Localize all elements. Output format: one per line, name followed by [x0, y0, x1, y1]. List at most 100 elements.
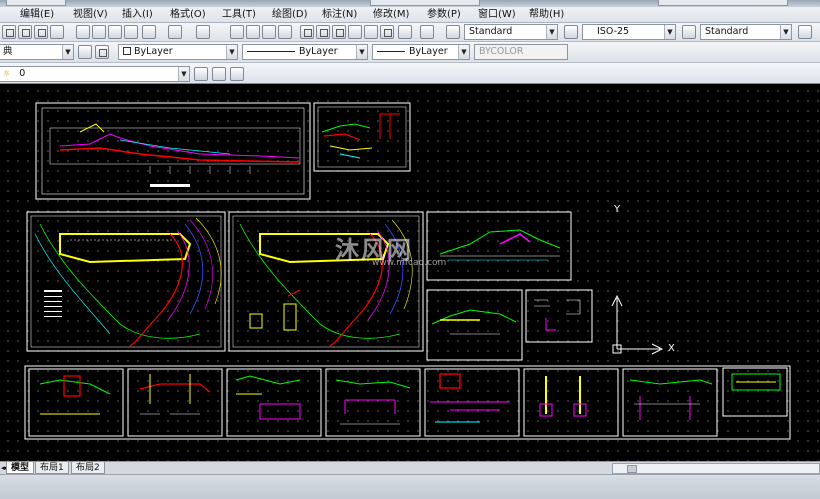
chevron-down-icon: ▼: [664, 25, 675, 39]
title-bar-fragment: [370, 0, 480, 6]
markup-icon[interactable]: [364, 25, 378, 39]
tab-layout1[interactable]: 布局1: [35, 462, 69, 474]
search-box-fragment[interactable]: [658, 0, 788, 6]
table-style-icon[interactable]: [682, 25, 696, 39]
paste-icon[interactable]: [108, 25, 122, 39]
lineweight-select[interactable]: ByLayer ▼: [372, 44, 470, 60]
cut-icon[interactable]: [76, 25, 90, 39]
watermark-url: www.mfcad.com: [372, 258, 447, 268]
layers-toolbar: ☼ 0 ▼: [0, 63, 820, 84]
chevron-down-icon: ▼: [546, 25, 557, 39]
help-icon[interactable]: [420, 25, 434, 39]
workspace-value: 典: [3, 46, 13, 57]
color-swatch-icon: [123, 47, 131, 55]
ucs-icon: [611, 294, 664, 355]
table-style-value: Standard: [705, 26, 749, 37]
zoom-previous-icon[interactable]: [278, 25, 292, 39]
title-bar-strip: [0, 0, 820, 7]
menu-draw[interactable]: 绘图(D): [272, 8, 308, 22]
new-icon[interactable]: [2, 25, 16, 39]
multileader-style-icon[interactable]: [798, 25, 812, 39]
drawing-sheet-plan-a: [26, 211, 226, 352]
text-style-value: Standard: [469, 26, 513, 37]
plot-icon[interactable]: [50, 25, 64, 39]
menu-edit[interactable]: 编辑(E): [20, 8, 54, 22]
plotstyle-select: BYCOLOR: [474, 44, 568, 60]
linetype-select[interactable]: ByLayer ▼: [242, 44, 368, 60]
menu-window[interactable]: 窗口(W): [478, 8, 516, 22]
block-editor-icon[interactable]: [142, 25, 156, 39]
drawing-sheet-detail-a: [426, 289, 523, 361]
drawing-sheet-row-bottom: [24, 365, 791, 440]
chevron-down-icon: ▼: [178, 67, 189, 81]
undo-icon[interactable]: [168, 25, 182, 39]
text-style-select[interactable]: Standard ▼: [464, 24, 558, 40]
properties-toolbar: 典 ▼ ByLayer ▼ ByLayer ▼ ByLayer ▼ BYCOLO…: [0, 42, 820, 63]
chevron-down-icon: ▼: [226, 45, 237, 59]
tab-model[interactable]: 模型: [6, 462, 35, 474]
design-center-icon[interactable]: [316, 25, 330, 39]
drawing-sheet-section: [313, 102, 411, 172]
workspace-select[interactable]: 典 ▼: [0, 44, 74, 60]
tab-layout2[interactable]: 布局2: [71, 462, 105, 474]
menu-dimension[interactable]: 标注(N): [322, 8, 357, 22]
drawing-sheet-profile: [35, 102, 311, 200]
zoom-window-icon[interactable]: [262, 25, 276, 39]
menu-insert[interactable]: 插入(I): [122, 8, 153, 22]
dim-style-icon[interactable]: [564, 25, 578, 39]
workspace-settings-icon[interactable]: [78, 45, 92, 59]
chevron-down-icon: ▼: [780, 25, 791, 39]
menu-modify[interactable]: 修改(M): [373, 8, 409, 22]
lineweight-sample: [377, 51, 405, 52]
color-value: ByLayer: [134, 46, 173, 57]
menu-view[interactable]: 视图(V): [73, 8, 108, 22]
quickcalc-icon[interactable]: [380, 25, 394, 39]
cad-drawing: [24, 102, 791, 440]
ucs-x-label: X: [668, 343, 675, 354]
layer-toggle-icon[interactable]: [95, 45, 109, 59]
color-select[interactable]: ByLayer ▼: [118, 44, 238, 60]
drawing-sheet-detail-b: [525, 289, 593, 343]
drawing-canvas[interactable]: 沐风网 www.mfcad.com Y X: [0, 84, 820, 461]
chevron-down-icon: ▼: [458, 45, 469, 59]
standard-toolbar: Standard ▼ ISO-25 ▼ Standard ▼: [0, 23, 820, 42]
linetype-value: ByLayer: [299, 46, 338, 57]
menu-tools[interactable]: 工具(T): [222, 8, 256, 22]
status-bar: [0, 474, 820, 499]
linetype-sample: [247, 51, 295, 52]
match-properties-icon[interactable]: [124, 25, 138, 39]
layer-previous-icon[interactable]: [212, 67, 226, 81]
layout-tab-bar: ◂▸ 模型 布局1 布局2: [0, 461, 820, 474]
dim-style-value: ISO-25: [597, 26, 630, 37]
dim-style-select[interactable]: ISO-25 ▼: [582, 24, 676, 40]
copy-icon[interactable]: [92, 25, 106, 39]
menu-bar: 编辑(E) 视图(V) 插入(I) 格式(O) 工具(T) 绘图(D) 标注(N…: [0, 7, 820, 23]
plotstyle-value: BYCOLOR: [479, 46, 524, 57]
scrollbar-thumb[interactable]: [627, 465, 637, 473]
make-current-layer-icon[interactable]: [194, 67, 208, 81]
chevron-down-icon: ▼: [62, 45, 73, 59]
calculator-icon[interactable]: [398, 25, 412, 39]
tool-palettes-icon[interactable]: [332, 25, 346, 39]
layer-states-icon[interactable]: [230, 67, 244, 81]
save-icon[interactable]: [34, 25, 48, 39]
chevron-down-icon: ▼: [356, 45, 367, 59]
menu-format[interactable]: 格式(O): [170, 8, 206, 22]
menu-help[interactable]: 帮助(H): [529, 8, 564, 22]
pan-icon[interactable]: [230, 25, 244, 39]
menu-parametric[interactable]: 参数(P): [427, 8, 461, 22]
ucs-y-label: Y: [614, 204, 621, 215]
open-icon[interactable]: [18, 25, 32, 39]
zoom-realtime-icon[interactable]: [246, 25, 260, 39]
text-style-icon[interactable]: [446, 25, 460, 39]
layer-state-icons: ☼: [3, 69, 11, 78]
redo-icon[interactable]: [196, 25, 210, 39]
sheet-set-icon[interactable]: [348, 25, 362, 39]
layer-value: 0: [19, 68, 26, 79]
horizontal-scrollbar[interactable]: [612, 463, 820, 474]
lineweight-value: ByLayer: [409, 46, 448, 57]
title-bar-fragment: [6, 0, 66, 6]
table-style-select[interactable]: Standard ▼: [700, 24, 792, 40]
properties-icon[interactable]: [300, 25, 314, 39]
layer-select[interactable]: ☼ 0 ▼: [0, 66, 190, 82]
